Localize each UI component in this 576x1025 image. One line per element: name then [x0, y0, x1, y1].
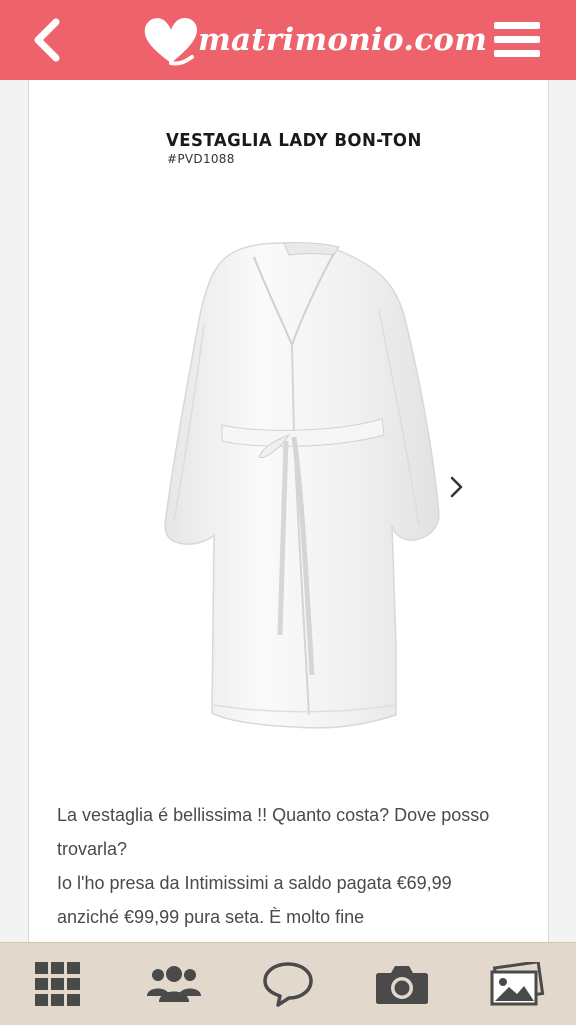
- tab-chat[interactable]: [243, 943, 333, 1025]
- tab-home[interactable]: [13, 943, 103, 1025]
- heart-icon: [144, 18, 197, 66]
- chevron-right-icon[interactable]: [447, 474, 467, 500]
- product-code: #PVD1088: [167, 152, 235, 166]
- post-card: VESTAGLIA LADY BON-TON #PVD1088 La vesta…: [28, 80, 549, 942]
- hamburger-menu-icon: [494, 22, 540, 29]
- logo[interactable]: matrimonio.com: [140, 10, 487, 70]
- tab-camera[interactable]: [357, 943, 447, 1025]
- product-image[interactable]: [134, 235, 444, 745]
- community-icon: [147, 966, 201, 1002]
- post-body: La vestaglia é bellissima !! Quanto cost…: [57, 798, 517, 934]
- speech-bubble-icon: [263, 962, 313, 1007]
- logo-text: matrimonio.com: [198, 22, 488, 58]
- photos-icon: [490, 962, 545, 1006]
- post-paragraph: La vestaglia é bellissima !! Quanto cost…: [57, 805, 490, 859]
- back-arrow-icon: [34, 18, 60, 62]
- product-title: VESTAGLIA LADY BON-TON: [166, 130, 422, 151]
- camera-icon: [376, 966, 428, 1004]
- back-button[interactable]: [22, 14, 72, 66]
- hamburger-menu-icon-bar: [494, 50, 540, 57]
- robe-image: [164, 242, 440, 729]
- menu-button[interactable]: [490, 18, 546, 62]
- tab-photos[interactable]: [472, 943, 562, 1025]
- hamburger-menu-icon-bar: [494, 36, 540, 43]
- grid-icon: [35, 962, 80, 1006]
- bottom-tab-bar: [0, 942, 576, 1025]
- app-header: matrimonio.com: [0, 0, 576, 80]
- tab-community[interactable]: [129, 943, 219, 1025]
- post-paragraph: Io l'ho presa da Intimissimi a saldo pag…: [57, 873, 452, 927]
